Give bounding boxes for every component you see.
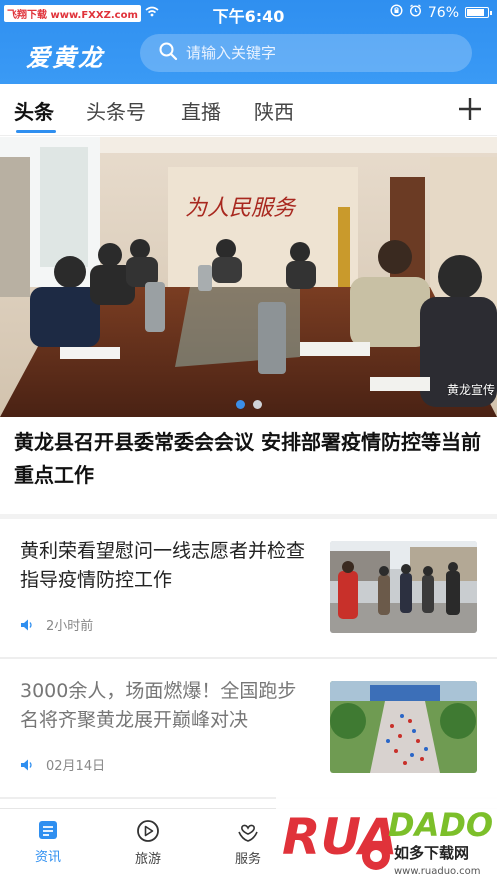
top-bar: 飞翔下载 www.FXXZ.com 下午6:40 76% 爱黄龙 — [0, 0, 497, 84]
battery-percent: 76% — [427, 4, 459, 21]
plus-icon[interactable] — [457, 90, 483, 127]
tab-toutiaohao[interactable]: 头条号 — [86, 96, 146, 125]
nav-travel[interactable]: 旅游 — [108, 819, 188, 867]
hero-carousel[interactable]: 为人民服务 黄龙宣传 — [0, 137, 497, 417]
hero-banner-text: 为人民服务 — [185, 196, 297, 221]
app-logo-title: 爱黄龙 — [26, 43, 104, 72]
alarm-icon — [409, 4, 422, 21]
carousel-dot[interactable] — [252, 400, 262, 409]
speaker-icon[interactable] — [20, 618, 34, 632]
news-thumbnail[interactable] — [330, 681, 477, 773]
news-title[interactable]: 黄利荣看望慰问一线志愿者并检查指导疫情防控工作 — [20, 537, 312, 595]
hero-headline[interactable]: 黄龙县召开县委常委会会议 安排部署疫情防控等当前重点工作 — [14, 426, 486, 492]
svg-text:www.ruaduo.com: www.ruaduo.com — [394, 866, 481, 877]
svg-text:DADO: DADO — [388, 806, 493, 844]
rotation-lock-icon — [390, 4, 403, 21]
battery-icon — [465, 7, 492, 18]
app-header: 爱黄龙 — [0, 26, 497, 84]
news-time: 2小时前 — [46, 619, 94, 634]
tab-toutiao[interactable]: 头条 — [14, 96, 54, 125]
news-title[interactable]: 3000余人，场面燃爆！全国跑步名将齐聚黄龙展开巅峰对决 — [20, 677, 312, 735]
hero-source-label: 黄龙宣传 — [446, 383, 495, 397]
status-right: 76% — [390, 4, 492, 21]
news-time: 02月14日 — [46, 759, 106, 774]
news-item[interactable]: 黄利荣看望慰问一线志愿者并检查指导疫情防控工作 2小时前 — [0, 519, 497, 657]
news-item[interactable]: 3000余人，场面燃爆！全国跑步名将齐聚黄龙展开巅峰对决 02月14日 — [0, 659, 497, 797]
news-thumbnail[interactable] — [330, 541, 477, 633]
carousel-dot[interactable] — [235, 400, 245, 409]
search-input[interactable] — [186, 44, 446, 62]
news-meta: 02月14日 — [20, 755, 105, 774]
svg-text:如多下载网: 如多下载网 — [394, 844, 469, 862]
search-icon — [158, 41, 178, 65]
tab-shaanxi[interactable]: 陕西 — [254, 96, 294, 125]
nav-news-label: 资讯 — [34, 850, 61, 865]
heart-hands-icon — [238, 824, 258, 842]
nav-news[interactable]: 资讯 — [8, 819, 88, 865]
ruanduo-watermark-logo: RUA DADO 如多下载网 www.ruaduo.com — [276, 796, 497, 883]
carousel-dots — [0, 400, 497, 409]
channel-tabs: 头条 头条号 直播 陕西 — [0, 84, 497, 136]
search-bar[interactable] — [140, 34, 472, 72]
hero-image: 为人民服务 — [0, 137, 497, 417]
news-meta: 2小时前 — [20, 615, 93, 634]
speaker-icon[interactable] — [20, 758, 34, 772]
play-circle-icon — [137, 820, 159, 842]
status-bar: 飞翔下载 www.FXXZ.com 下午6:40 76% — [0, 0, 497, 26]
news-icon — [39, 821, 57, 839]
active-tab-indicator — [16, 130, 56, 133]
nav-travel-label: 旅游 — [134, 852, 161, 867]
tab-live[interactable]: 直播 — [181, 96, 221, 125]
nav-service-label: 服务 — [234, 852, 261, 867]
